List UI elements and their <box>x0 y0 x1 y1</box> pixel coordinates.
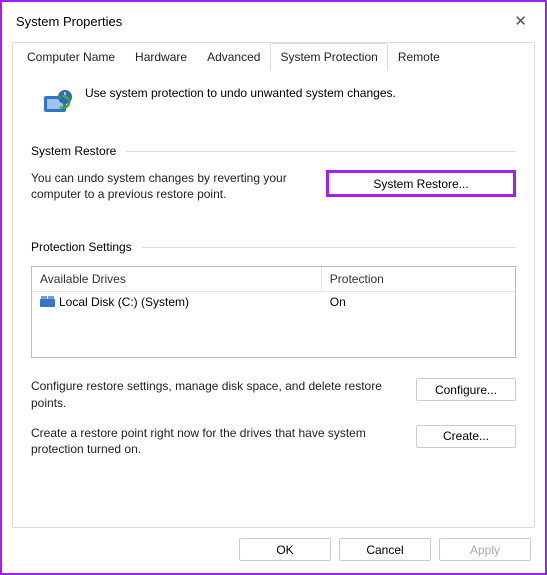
window-title: System Properties <box>16 14 122 29</box>
tab-hardware[interactable]: Hardware <box>125 43 197 71</box>
system-restore-heading: System Restore <box>31 144 116 158</box>
ok-button[interactable]: OK <box>239 538 331 561</box>
drive-icon <box>40 296 55 308</box>
tab-pane: Use system protection to undo unwanted s… <box>13 72 534 485</box>
intro-row: Use system protection to undo unwanted s… <box>31 82 516 140</box>
create-row: Create a restore point right now for the… <box>31 425 516 457</box>
system-restore-row: You can undo system changes by reverting… <box>31 170 516 202</box>
divider <box>126 151 516 152</box>
tab-advanced[interactable]: Advanced <box>197 43 270 71</box>
configure-button[interactable]: Configure... <box>416 378 516 401</box>
tab-computer-name[interactable]: Computer Name <box>17 43 125 71</box>
column-header-drives[interactable]: Available Drives <box>32 267 322 291</box>
drive-name: Local Disk (C:) (System) <box>59 295 189 309</box>
property-sheet: Computer Name Hardware Advanced System P… <box>12 42 535 528</box>
create-text: Create a restore point right now for the… <box>31 425 402 457</box>
drives-table-header: Available Drives Protection <box>32 267 515 292</box>
system-restore-text: You can undo system changes by reverting… <box>31 170 308 202</box>
tab-strip: Computer Name Hardware Advanced System P… <box>13 42 534 71</box>
drive-protection-status: On <box>322 292 515 312</box>
dialog-footer: OK Cancel Apply <box>2 528 545 573</box>
configure-row: Configure restore settings, manage disk … <box>31 378 516 410</box>
apply-button[interactable]: Apply <box>439 538 531 561</box>
create-button[interactable]: Create... <box>416 425 516 448</box>
configure-text: Configure restore settings, manage disk … <box>31 378 402 410</box>
system-restore-button[interactable]: System Restore... <box>326 170 516 197</box>
column-header-protection[interactable]: Protection <box>322 267 515 291</box>
cancel-button[interactable]: Cancel <box>339 538 431 561</box>
system-protection-icon <box>41 86 75 120</box>
protection-settings-heading-row: Protection Settings <box>31 240 516 254</box>
tab-system-protection[interactable]: System Protection <box>270 43 387 71</box>
system-restore-heading-row: System Restore <box>31 144 516 158</box>
intro-text: Use system protection to undo unwanted s… <box>85 86 396 100</box>
table-row[interactable]: Local Disk (C:) (System) On <box>32 292 515 312</box>
drives-table: Available Drives Protection Local Disk (… <box>31 266 516 358</box>
divider <box>142 247 516 248</box>
protection-settings-heading: Protection Settings <box>31 240 132 254</box>
close-icon[interactable]: ✕ <box>506 12 535 30</box>
tab-remote[interactable]: Remote <box>388 43 450 71</box>
titlebar: System Properties ✕ <box>2 2 545 36</box>
